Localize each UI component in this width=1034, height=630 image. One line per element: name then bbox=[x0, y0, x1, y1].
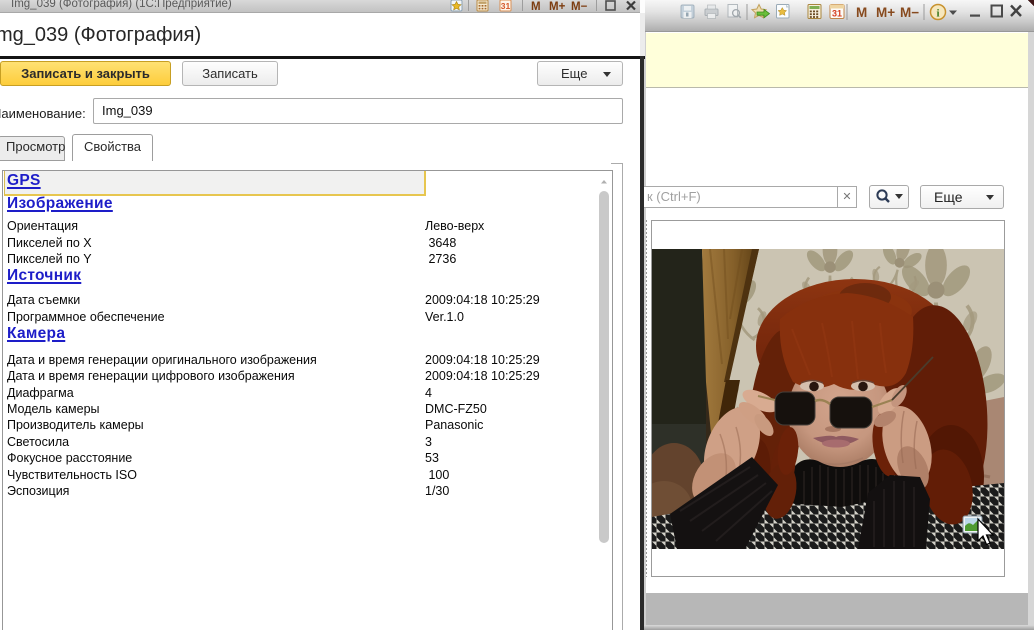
svg-text:i: i bbox=[936, 8, 939, 20]
svg-text:М+: М+ bbox=[876, 5, 895, 20]
svg-text:31: 31 bbox=[501, 1, 511, 11]
svg-text:М: М bbox=[856, 5, 867, 20]
svg-text:М−: М− bbox=[571, 1, 588, 13]
svg-text:М−: М− bbox=[900, 5, 919, 20]
svg-text:31: 31 bbox=[832, 9, 842, 19]
svg-text:М+: М+ bbox=[549, 1, 566, 13]
svg-text:М: М bbox=[531, 1, 541, 13]
